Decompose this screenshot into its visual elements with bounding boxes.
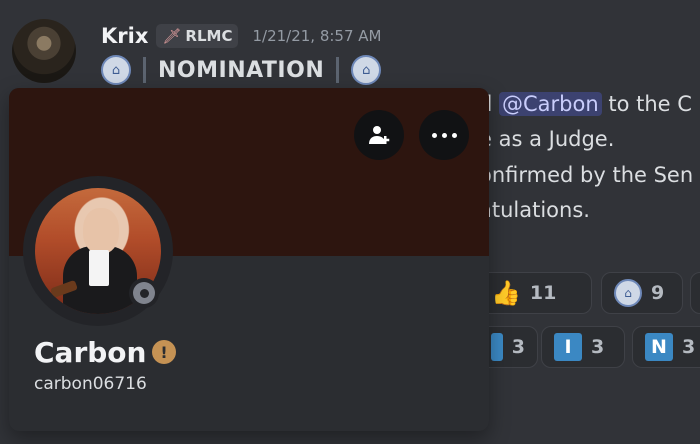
reaction-server-emblem[interactable]: ⌂ 9 [601, 272, 683, 314]
message-text: to the C [601, 92, 692, 116]
server-emblem-icon: ⌂ [351, 55, 382, 85]
sword-icon: 🗡 [162, 27, 182, 45]
reaction-count: 9 [651, 282, 665, 304]
status-indicator [129, 278, 159, 308]
author-name[interactable]: Krix [101, 24, 148, 48]
reaction-more[interactable] [690, 272, 700, 314]
reaction-count: 11 [529, 282, 557, 304]
divider [143, 57, 146, 83]
message-timestamp: 1/21/21, 8:57 AM [252, 27, 382, 45]
message-line-1: d @Carbon to the C [479, 92, 692, 116]
profile-username: carbon06716 [34, 374, 147, 394]
message-line-2: e as a Judge. [479, 127, 615, 151]
message-line-4: atulations. [479, 198, 590, 222]
role-tag[interactable]: 🗡 RLMC [156, 24, 239, 48]
letter-i-icon: I [554, 333, 582, 361]
letter-n-icon: N [645, 333, 673, 361]
reaction-thumbs-up[interactable]: 👍 11 [478, 272, 592, 314]
more-options-icon [431, 132, 457, 138]
role-tag-label: RLMC [185, 27, 233, 45]
user-mention[interactable]: @Carbon [499, 92, 602, 116]
more-options-button[interactable] [419, 110, 469, 160]
message-title: NOMINATION [158, 57, 325, 83]
profile-display-name: Carbon [34, 336, 147, 369]
message-line-3: onfirmed by the Sen [479, 163, 694, 187]
server-emblem-icon: ⌂ [614, 279, 642, 307]
message-title-line: ⌂ NOMINATION ⌂ [101, 54, 382, 86]
reaction-count: 3 [682, 336, 696, 358]
thumbs-up-icon: 👍 [491, 279, 521, 307]
server-emblem-icon: ⌂ [101, 55, 131, 85]
reaction-count: 3 [591, 336, 605, 358]
message-header: Krix 🗡 RLMC 1/21/21, 8:57 AM [101, 22, 382, 50]
offline-status-icon [133, 282, 155, 304]
regional-indicator-icon [491, 333, 503, 361]
divider [336, 57, 340, 83]
user-profile-popout: Carbon ! carbon06716 [9, 88, 489, 431]
warning-badge-icon[interactable]: ! [152, 340, 176, 364]
add-friend-button[interactable] [354, 110, 404, 160]
reaction-count: 3 [511, 336, 525, 358]
reaction-letter-n[interactable]: N 3 [632, 326, 700, 368]
add-friend-icon [369, 126, 390, 144]
author-avatar[interactable] [12, 19, 76, 83]
reaction-letter-i[interactable]: I 3 [541, 326, 625, 368]
